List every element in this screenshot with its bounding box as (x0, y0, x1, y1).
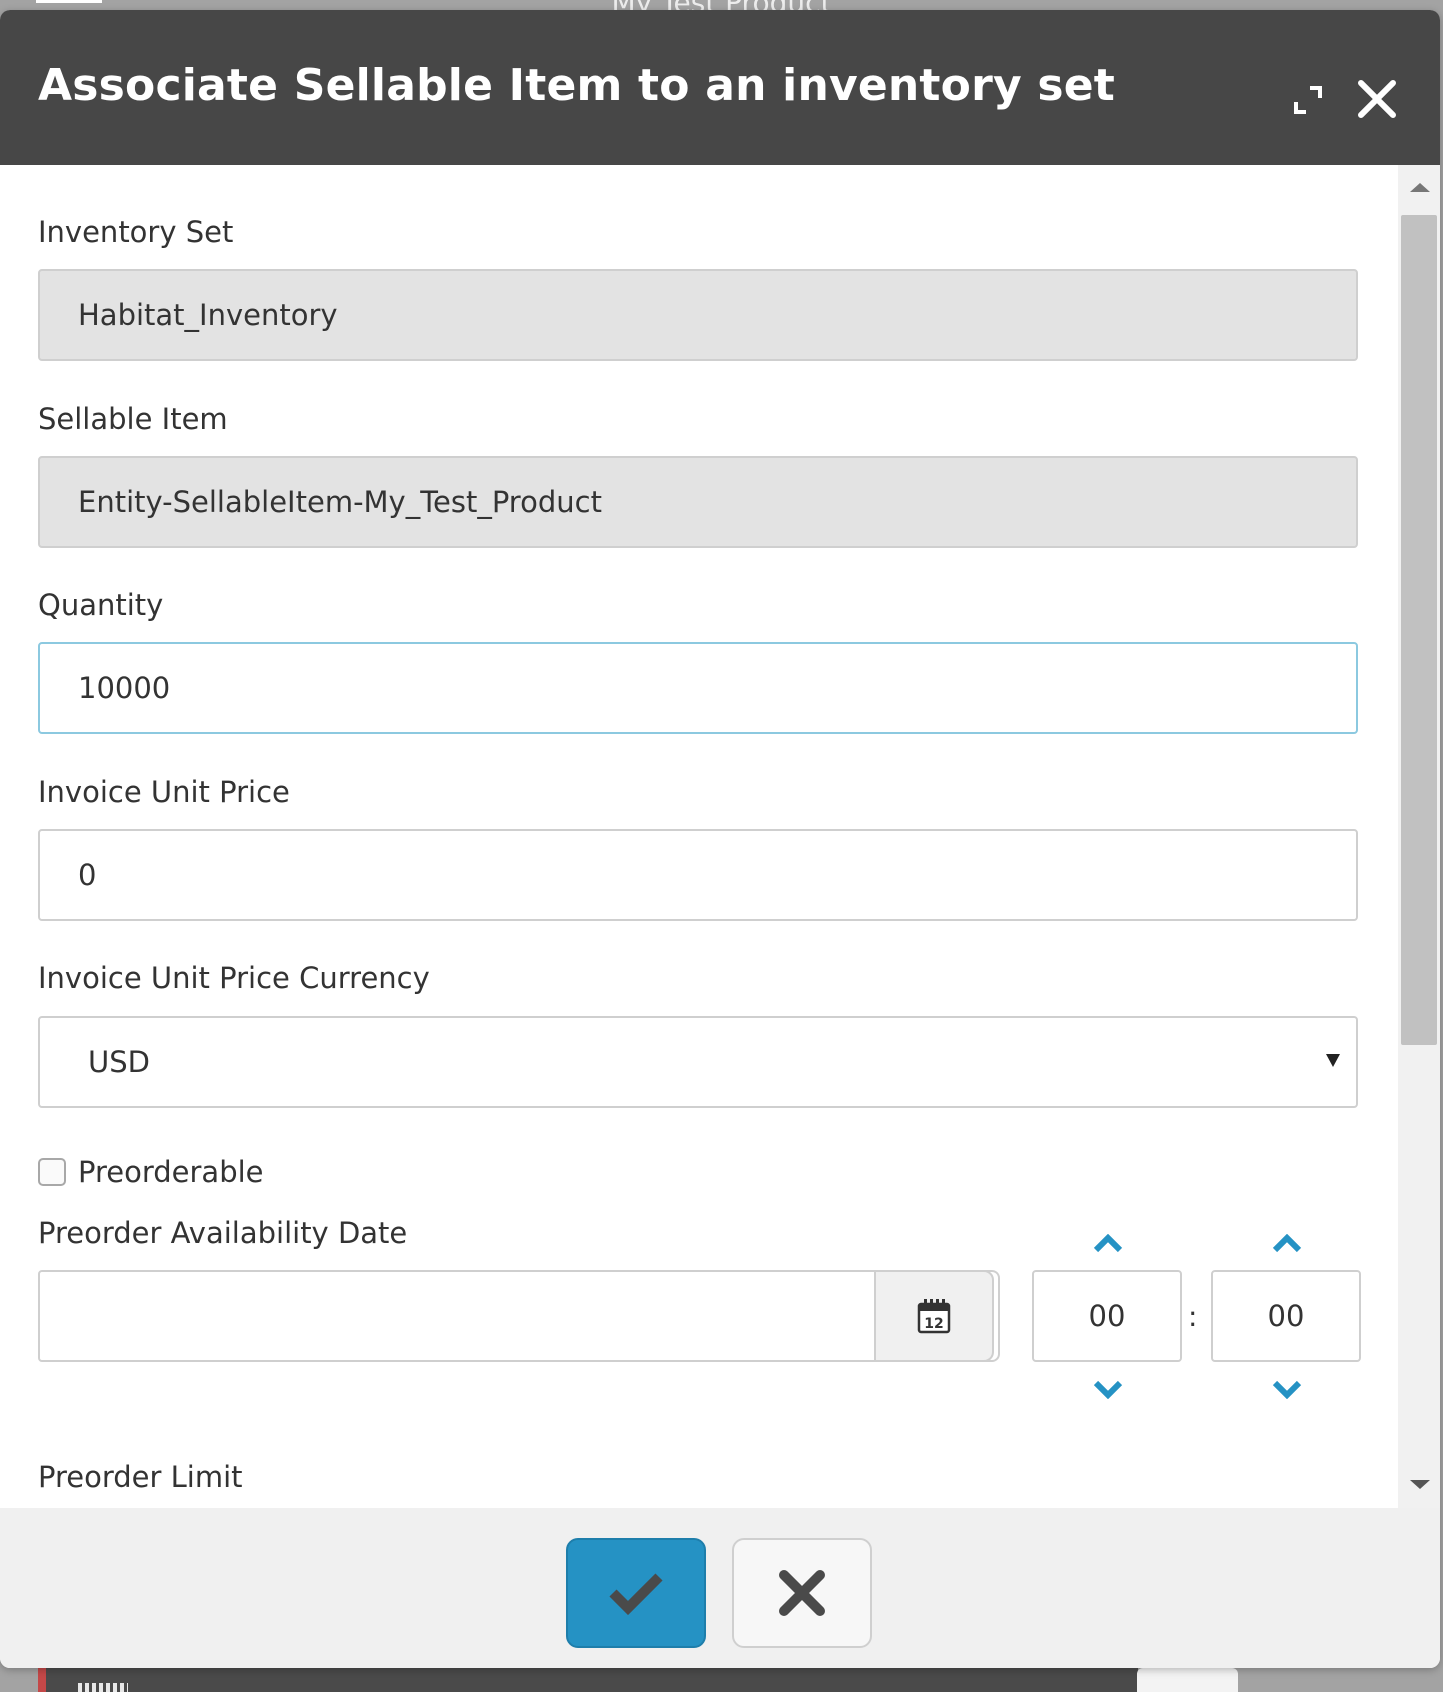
preorder-date-label: Preorder Availability Date (38, 1216, 408, 1250)
preorderable-checkbox[interactable] (38, 1158, 66, 1186)
background-pattern (78, 1683, 128, 1692)
invoice-unit-price-label: Invoice Unit Price (38, 775, 290, 809)
time-separator: : (1188, 1300, 1198, 1333)
inventory-set-label: Inventory Set (38, 215, 234, 249)
quantity-value: 10000 (78, 671, 171, 705)
scroll-thumb[interactable] (1401, 215, 1437, 1045)
scroll-up-arrow-icon[interactable] (1410, 183, 1430, 192)
minute-input[interactable]: 00 (1211, 1270, 1361, 1362)
background-bottom-strip (38, 1668, 1138, 1692)
x-icon (779, 1570, 825, 1616)
sellable-item-value: Entity-SellableItem-My_Test_Product (78, 485, 602, 519)
expand-icon[interactable] (1290, 82, 1326, 118)
inventory-set-field: Habitat_Inventory (38, 269, 1358, 361)
currency-select[interactable]: USD (38, 1016, 1358, 1108)
hour-up-chevron-icon[interactable] (1088, 1231, 1128, 1257)
checkmark-icon (609, 1573, 663, 1615)
dialog-header: Associate Sellable Item to an inventory … (0, 10, 1440, 165)
dialog-body: Inventory Set Habitat_Inventory Sellable… (0, 165, 1440, 1508)
invoice-unit-price-input[interactable]: 0 (38, 829, 1358, 921)
preorderable-row: Preorderable (38, 1155, 264, 1189)
minute-down-chevron-icon[interactable] (1267, 1376, 1307, 1402)
quantity-label: Quantity (38, 588, 164, 622)
calendar-day-number: 12 (924, 1316, 943, 1332)
hour-down-chevron-icon[interactable] (1088, 1376, 1128, 1402)
preorder-date-input[interactable] (38, 1270, 1000, 1362)
currency-selected-value: USD (88, 1045, 150, 1079)
currency-label: Invoice Unit Price Currency (38, 961, 430, 995)
preorderable-label: Preorderable (78, 1155, 264, 1189)
invoice-unit-price-value: 0 (78, 858, 97, 892)
cancel-button[interactable] (732, 1538, 872, 1648)
dropdown-arrow-icon (1326, 1054, 1340, 1067)
hour-input[interactable]: 00 (1032, 1270, 1182, 1362)
scroll-down-arrow-icon[interactable] (1410, 1480, 1430, 1489)
sellable-item-label: Sellable Item (38, 402, 228, 436)
sellable-item-field: Entity-SellableItem-My_Test_Product (38, 456, 1358, 548)
associate-dialog: Associate Sellable Item to an inventory … (0, 10, 1440, 1668)
confirm-button[interactable] (566, 1538, 706, 1648)
dialog-title: Associate Sellable Item to an inventory … (38, 60, 1116, 111)
background-button (1137, 1668, 1238, 1692)
preorder-limit-label: Preorder Limit (38, 1460, 243, 1494)
close-icon[interactable] (1352, 74, 1402, 124)
calendar-icon: 12 (917, 1299, 951, 1334)
hour-value: 00 (1088, 1299, 1126, 1333)
vertical-scrollbar[interactable] (1398, 165, 1440, 1508)
minute-value: 00 (1267, 1299, 1305, 1333)
calendar-button[interactable]: 12 (874, 1270, 994, 1362)
minute-up-chevron-icon[interactable] (1267, 1231, 1307, 1257)
inventory-set-value: Habitat_Inventory (78, 298, 338, 332)
dialog-footer (0, 1508, 1440, 1668)
quantity-input[interactable]: 10000 (38, 642, 1358, 734)
